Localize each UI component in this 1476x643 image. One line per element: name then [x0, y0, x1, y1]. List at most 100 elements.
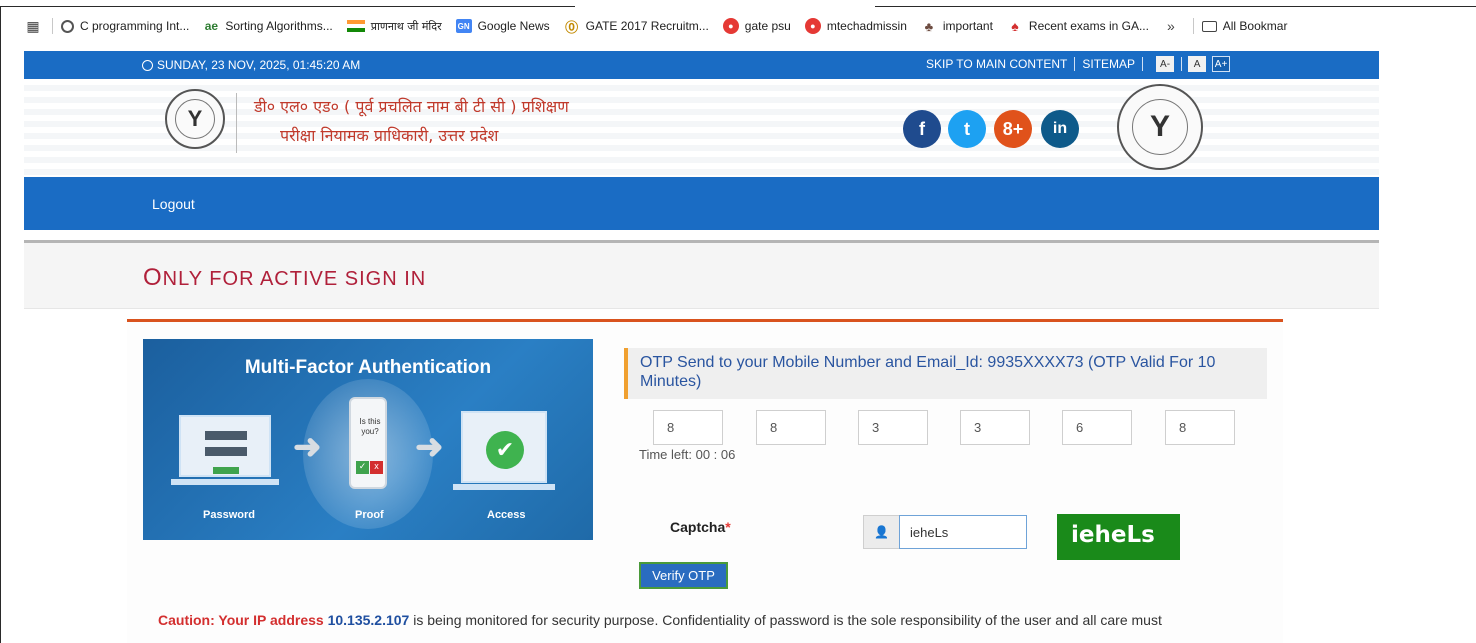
bookmark-google-news[interactable]: GN Google News — [455, 19, 550, 33]
otp-digit-input[interactable]: 3 — [960, 410, 1030, 445]
bookmark-sorting-algorithms[interactable]: ae Sorting Algorithms... — [203, 18, 333, 34]
arrow-right-icon: ➜ — [293, 428, 322, 466]
proof-label: Proof — [355, 509, 384, 521]
exam-icon: ♠ — [1011, 18, 1019, 34]
bookmark-label: Google News — [477, 19, 550, 33]
password-field-graphic — [205, 447, 247, 456]
topbar-separator — [1074, 57, 1076, 71]
up-emblem-logo: Y — [165, 89, 225, 149]
globe-icon — [61, 19, 74, 33]
emblem-symbol-icon: Y — [175, 99, 215, 139]
window-border-left — [0, 6, 1, 643]
otp-digit-input[interactable]: 6 — [1062, 410, 1132, 445]
google-plus-icon[interactable]: 8+ — [994, 110, 1032, 148]
important-icon: ♣ — [924, 18, 934, 34]
page-title-initial: O — [143, 264, 163, 291]
page-title: ONLY FOR ACTIVE SIGN IN — [143, 264, 426, 292]
site-header: Y डी० एल० एड० ( पूर्व प्रचलित नाम बी टी … — [24, 79, 1379, 175]
topbar-separator — [1142, 57, 1144, 71]
laptop-base — [171, 479, 279, 485]
bookmark-label: GATE 2017 Recruitm... — [585, 19, 709, 33]
verify-otp-button[interactable]: Verify OTP — [639, 562, 728, 589]
login-button-graphic — [213, 467, 239, 474]
font-normal-button[interactable]: A — [1188, 56, 1207, 72]
bookmark-label: gate psu — [744, 19, 791, 33]
main-nav: Logout — [24, 177, 1379, 230]
more-bookmarks-chevron-icon[interactable]: » — [1167, 18, 1175, 34]
red-circle-icon: ● — [804, 18, 821, 34]
phone-prompt: Is this you? — [359, 417, 381, 436]
twitter-icon[interactable]: t — [948, 110, 986, 148]
bookmark-important[interactable]: ♣ important — [921, 18, 993, 34]
otp-info-message: OTP Send to your Mobile Number and Email… — [624, 348, 1267, 399]
user-icon: 👤 — [863, 515, 899, 549]
mfa-illustration: Multi-Factor Authentication ➜ Is this yo… — [143, 339, 593, 540]
bookmark-c-programming[interactable]: C programming Int... — [61, 19, 189, 33]
apps-grid-icon[interactable]: ▦ — [22, 18, 44, 35]
otp-digit-input[interactable]: 8 — [653, 410, 723, 445]
topbar-separator — [1181, 57, 1183, 71]
bookmark-label: C programming Int... — [80, 19, 190, 33]
skip-to-main-link[interactable]: SKIP TO MAIN CONTENT — [926, 57, 1067, 71]
access-check-icon: ✔ — [486, 431, 524, 469]
laptop-login-icon — [179, 415, 271, 477]
linkedin-icon[interactable]: in — [1041, 110, 1079, 148]
caution-prefix: Caution: Your IP address — [158, 612, 324, 628]
laptop-base — [453, 484, 555, 490]
red-circle-icon: ● — [722, 18, 739, 34]
x-icon: x — [370, 461, 383, 474]
bookmark-mtechadmissin[interactable]: ● mtechadmissin — [804, 18, 907, 34]
bookmarks-separator — [1192, 18, 1194, 34]
font-increase-button[interactable]: A+ — [1212, 56, 1231, 72]
all-bookmarks-folder[interactable]: All Bookmar — [1201, 19, 1288, 33]
font-decrease-button[interactable]: A- — [1156, 56, 1175, 72]
arrow-right-icon: ➜ — [415, 428, 444, 466]
otp-digit-input[interactable]: 3 — [858, 410, 928, 445]
mfa-title: Multi-Factor Authentication — [244, 357, 492, 378]
up-emblem-logo-large: Y — [1117, 84, 1203, 170]
browser-frame: ▦ C programming Int... ae Sorting Algori… — [0, 0, 1476, 643]
otp-digit-input[interactable]: 8 — [1165, 410, 1235, 445]
clock-icon — [142, 59, 153, 71]
caution-text: is being monitored for security purpose.… — [413, 612, 1162, 628]
captcha-input[interactable] — [899, 515, 1027, 549]
bookmark-label: Sorting Algorithms... — [225, 19, 333, 33]
bookmarks-bar: ▦ C programming Int... ae Sorting Algori… — [22, 12, 1382, 40]
sitemap-link[interactable]: SITEMAP — [1082, 57, 1135, 71]
section-header: ONLY FOR ACTIVE SIGN IN — [24, 243, 1379, 309]
bookmarks-separator — [52, 18, 53, 34]
bookmark-gate-psu[interactable]: ● gate psu — [722, 18, 791, 34]
ip-address: 10.135.2.107 — [327, 612, 410, 628]
flag-icon — [346, 20, 365, 32]
ae-icon: ae — [204, 19, 219, 33]
site-title-line1: डी० एल० एड० ( पूर्व प्रचलित नाम बी टी सी… — [254, 97, 569, 116]
header-divider — [236, 93, 237, 153]
password-label: Password — [203, 509, 255, 521]
bookmark-mandir[interactable]: प्राणनाथ जी मंदिर — [346, 19, 442, 34]
captcha-image: ieheLs — [1057, 514, 1180, 560]
gate-icon: ⓪ — [565, 19, 579, 35]
logout-link[interactable]: Logout — [152, 196, 195, 212]
topbar-links: SKIP TO MAIN CONTENT SITEMAP A- A A+ — [926, 56, 1231, 72]
date-time: SUNDAY, 23 NOV, 2025, 01:45:20 AM — [142, 58, 360, 72]
username-field-graphic — [205, 431, 247, 440]
bookmark-label: All Bookmar — [1222, 19, 1288, 33]
otp-digit-input[interactable]: 8 — [756, 410, 826, 445]
site-title-line2: परीक्षा नियामक प्राधिकारी, उत्तर प्रदेश — [280, 126, 499, 145]
bookmark-gate-2017[interactable]: ⓪ GATE 2017 Recruitm... — [564, 18, 709, 35]
bookmark-recent-exams[interactable]: ♠ Recent exams in GA... — [1007, 18, 1149, 34]
otp-timer: Time left: 00 : 06 — [639, 447, 736, 462]
page-title-rest: NLY FOR ACTIVE SIGN IN — [162, 268, 427, 290]
window-notch — [575, 0, 875, 8]
top-utility-bar: SUNDAY, 23 NOV, 2025, 01:45:20 AM SKIP T… — [24, 51, 1379, 79]
facebook-icon[interactable]: f — [903, 110, 941, 148]
captcha-label: Captcha* — [670, 519, 731, 535]
check-icon: ✓ — [356, 461, 369, 474]
folder-icon — [1201, 20, 1217, 32]
captcha-label-text: Captcha — [670, 519, 726, 535]
google-news-icon: GN — [455, 19, 472, 33]
required-mark: * — [725, 519, 731, 535]
bookmark-label: important — [942, 19, 993, 33]
date-time-text: SUNDAY, 23 NOV, 2025, 01:45:20 AM — [157, 58, 361, 72]
caution-message: Caution: Your IP address 10.135.2.107 is… — [158, 612, 1162, 628]
